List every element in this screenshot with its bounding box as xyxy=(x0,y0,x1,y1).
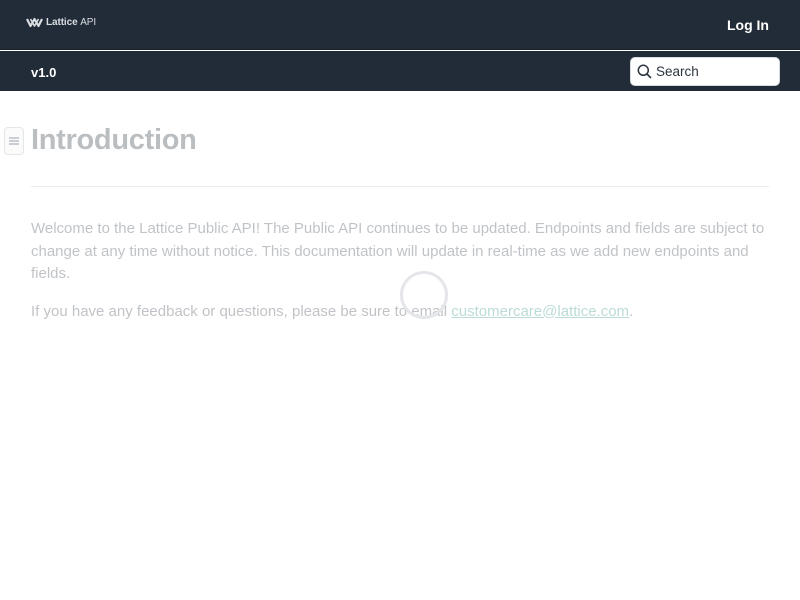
top-navbar: Lattice API Log In xyxy=(0,0,800,50)
feedback-paragraph: If you have any feedback or questions, p… xyxy=(31,301,769,324)
sidebar-toggle-button[interactable] xyxy=(4,127,24,155)
version-selector[interactable]: v1.0 xyxy=(31,65,56,80)
main-content: Introduction Welcome to the Lattice Publ… xyxy=(0,91,800,600)
lattice-logo[interactable]: Lattice API xyxy=(26,17,96,28)
login-button[interactable]: Log In xyxy=(727,17,769,33)
loading-spinner xyxy=(400,271,448,319)
title-divider xyxy=(31,186,769,187)
feedback-end: . xyxy=(629,302,634,320)
feedback-text: If you have any feedback or questions, p… xyxy=(31,302,452,320)
intro-paragraph: Welcome to the Lattice Public API! The P… xyxy=(31,220,765,282)
version-bar: v1.0 xyxy=(0,51,800,91)
email-link[interactable]: customercare@lattice.com xyxy=(451,303,629,320)
lattice-logo-icon xyxy=(26,17,43,28)
search-icon xyxy=(637,64,652,79)
hamburger-menu-icon xyxy=(9,137,19,145)
logo-text: Lattice API xyxy=(46,17,97,28)
search-input[interactable] xyxy=(656,58,776,85)
search-box[interactable] xyxy=(630,57,780,86)
page-title: Introduction xyxy=(31,124,197,156)
